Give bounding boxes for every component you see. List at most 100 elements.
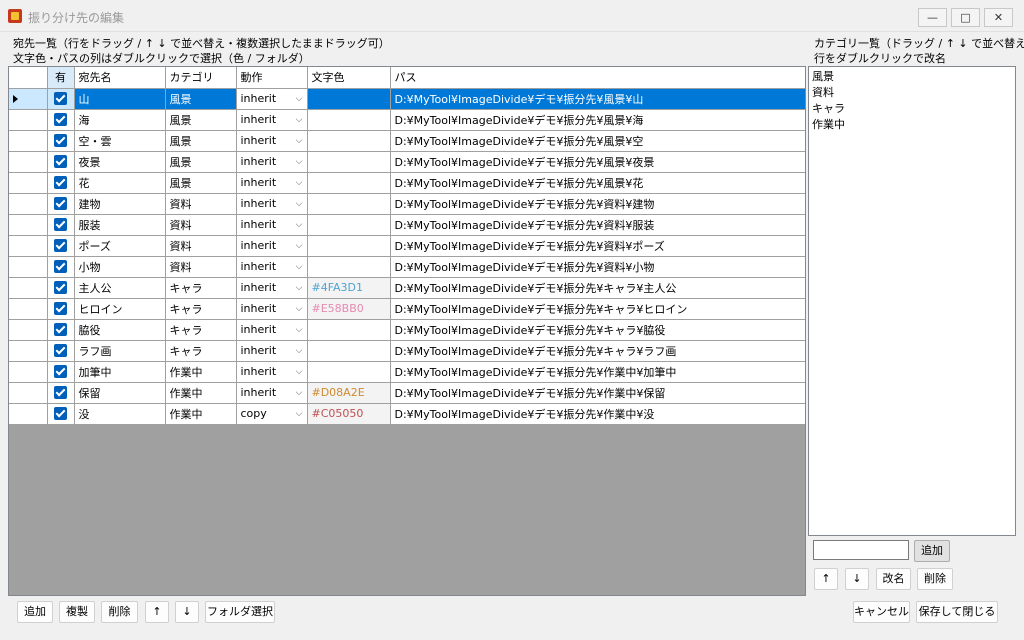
table-row[interactable]: 主人公 キャラ inherit ⌵ #4FA3D1 D:¥MyTool¥ImageDivi… xyxy=(9,277,805,299)
close-button[interactable]: ✕ xyxy=(984,8,1013,27)
table-row[interactable]: 山風景 inherit ⌵ D:¥MyTool¥ImageDivide¥デモ¥振分先¥… xyxy=(9,88,805,110)
chevron-down-icon[interactable]: ⌵ xyxy=(296,325,303,335)
category-cell[interactable]: 作業中 xyxy=(165,361,237,383)
column-header-action[interactable]: 動作 xyxy=(236,67,308,89)
row-header[interactable] xyxy=(9,214,48,236)
checkbox-checked-icon[interactable] xyxy=(54,344,67,358)
table-row[interactable]: 空・雲 風景 inherit ⌵ D:¥MyTool¥ImageDivide¥デモ¥振分… xyxy=(9,130,805,152)
chevron-down-icon[interactable]: ⌵ xyxy=(296,178,303,188)
table-row[interactable]: 加筆中 作業中 inherit ⌵ D:¥MyTool¥ImageDivide¥デモ¥振… xyxy=(9,361,805,383)
path-cell[interactable]: D:¥MyTool¥ImageDivide¥デモ¥振分先¥キャラ¥ヒロイン xyxy=(390,298,805,320)
text-color-cell[interactable] xyxy=(307,256,391,278)
path-cell[interactable]: D:¥MyTool¥ImageDivide¥デモ¥振分先¥キャラ¥脇役 xyxy=(390,319,805,341)
path-cell[interactable]: D:¥MyTool¥ImageDivide¥デモ¥振分先¥資料¥服装 xyxy=(390,214,805,236)
category-cell[interactable]: 資料 xyxy=(165,193,237,215)
action-combo-cell[interactable]: inherit ⌵ xyxy=(236,214,308,236)
action-combo-cell[interactable]: inherit ⌵ xyxy=(236,172,308,194)
text-color-cell[interactable]: #C05050 xyxy=(307,403,391,425)
text-color-cell[interactable]: #4FA3D1 xyxy=(307,277,391,299)
action-combo-cell[interactable]: inherit ⌵ xyxy=(236,361,308,383)
checkbox-checked-icon[interactable] xyxy=(54,260,67,274)
action-combo-cell[interactable]: inherit ⌵ xyxy=(236,151,308,173)
add-destination-button[interactable]: 追加 xyxy=(17,601,53,623)
text-color-cell[interactable] xyxy=(307,361,391,383)
category-cell[interactable]: 資料 xyxy=(165,214,237,236)
enabled-checkbox-cell[interactable] xyxy=(47,151,75,173)
column-header-path[interactable]: パス xyxy=(390,67,805,89)
chevron-down-icon[interactable]: ⌵ xyxy=(296,220,303,230)
row-header[interactable] xyxy=(9,319,48,341)
chevron-down-icon[interactable]: ⌵ xyxy=(296,388,303,398)
chevron-down-icon[interactable]: ⌵ xyxy=(296,199,303,209)
destination-name-cell[interactable]: 没 xyxy=(74,403,166,425)
row-header[interactable] xyxy=(9,277,48,299)
table-row[interactable]: 花風景 inherit ⌵ D:¥MyTool¥ImageDivide¥デモ¥振分先¥… xyxy=(9,172,805,194)
destination-name-cell[interactable]: ラフ画 xyxy=(74,340,166,362)
action-combo-cell[interactable]: inherit ⌵ xyxy=(236,298,308,320)
path-cell[interactable]: D:¥MyTool¥ImageDivide¥デモ¥振分先¥資料¥ポーズ xyxy=(390,235,805,257)
minimize-button[interactable]: — xyxy=(918,8,947,27)
text-color-cell[interactable] xyxy=(307,340,391,362)
text-color-cell[interactable] xyxy=(307,235,391,257)
row-header[interactable] xyxy=(9,361,48,383)
checkbox-checked-icon[interactable] xyxy=(54,386,67,400)
action-combo-cell[interactable]: inherit ⌵ xyxy=(236,319,308,341)
category-cell[interactable]: キャラ xyxy=(165,340,237,362)
enabled-checkbox-cell[interactable] xyxy=(47,235,75,257)
checkbox-checked-icon[interactable] xyxy=(54,134,67,148)
row-header[interactable] xyxy=(9,172,48,194)
table-row[interactable]: 服装 資料 inherit ⌵ D:¥MyTool¥ImageDivide¥デモ¥振分先… xyxy=(9,214,805,236)
column-header-name[interactable]: 宛先名 xyxy=(74,67,166,89)
category-cell[interactable]: 風景 xyxy=(165,172,237,194)
move-up-button[interactable]: ↑ xyxy=(145,601,169,623)
action-combo-cell[interactable]: inherit ⌵ xyxy=(236,256,308,278)
duplicate-button[interactable]: 複製 xyxy=(59,601,95,623)
folder-select-button[interactable]: フォルダ選択 xyxy=(205,601,275,623)
path-cell[interactable]: D:¥MyTool¥ImageDivide¥デモ¥振分先¥風景¥海 xyxy=(390,109,805,131)
destination-name-cell[interactable]: 小物 xyxy=(74,256,166,278)
enabled-checkbox-cell[interactable] xyxy=(47,382,75,404)
checkbox-checked-icon[interactable] xyxy=(54,176,67,190)
destination-name-cell[interactable]: 脇役 xyxy=(74,319,166,341)
table-row[interactable]: ヒロイン キャラ inherit ⌵ #E58BB0 D:¥MyTool¥ImageDiv… xyxy=(9,298,805,320)
category-list-item[interactable]: 風景 xyxy=(812,69,1012,85)
row-header[interactable] xyxy=(9,382,48,404)
destination-grid[interactable]: 有 宛先名 カテゴリ 動作 文字色 パス 山風景 inherit ⌵ D:¥MyToo… xyxy=(8,66,806,596)
path-cell[interactable]: D:¥MyTool¥ImageDivide¥デモ¥振分先¥作業中¥保留 xyxy=(390,382,805,404)
checkbox-checked-icon[interactable] xyxy=(54,239,67,253)
category-cell[interactable]: 風景 xyxy=(165,88,237,110)
enabled-checkbox-cell[interactable] xyxy=(47,88,75,110)
maximize-button[interactable]: □ xyxy=(951,8,980,27)
checkbox-checked-icon[interactable] xyxy=(54,281,67,295)
checkbox-checked-icon[interactable] xyxy=(54,302,67,316)
enabled-checkbox-cell[interactable] xyxy=(47,214,75,236)
destination-name-cell[interactable]: 空・雲 xyxy=(74,130,166,152)
category-name-input[interactable] xyxy=(813,540,909,560)
chevron-down-icon[interactable]: ⌵ xyxy=(296,136,303,146)
enabled-checkbox-cell[interactable] xyxy=(47,319,75,341)
action-combo-cell[interactable]: inherit ⌵ xyxy=(236,109,308,131)
text-color-cell[interactable] xyxy=(307,151,391,173)
table-row[interactable]: 小物 資料 inherit ⌵ D:¥MyTool¥ImageDivide¥デモ¥振分先… xyxy=(9,256,805,278)
move-down-button[interactable]: ↓ xyxy=(175,601,199,623)
chevron-down-icon[interactable]: ⌵ xyxy=(296,262,303,272)
destination-name-cell[interactable]: 服装 xyxy=(74,214,166,236)
category-cell[interactable]: 風景 xyxy=(165,130,237,152)
category-up-button[interactable]: ↑ xyxy=(814,568,838,590)
text-color-cell[interactable] xyxy=(307,193,391,215)
path-cell[interactable]: D:¥MyTool¥ImageDivide¥デモ¥振分先¥風景¥花 xyxy=(390,172,805,194)
action-combo-cell[interactable]: inherit ⌵ xyxy=(236,235,308,257)
text-color-cell[interactable] xyxy=(307,88,391,110)
enabled-checkbox-cell[interactable] xyxy=(47,193,75,215)
destination-name-cell[interactable]: 夜景 xyxy=(74,151,166,173)
table-row[interactable]: 建物 資料 inherit ⌵ D:¥MyTool¥ImageDivide¥デモ¥振分先… xyxy=(9,193,805,215)
path-cell[interactable]: D:¥MyTool¥ImageDivide¥デモ¥振分先¥風景¥空 xyxy=(390,130,805,152)
action-combo-cell[interactable]: inherit ⌵ xyxy=(236,340,308,362)
row-header[interactable] xyxy=(9,193,48,215)
path-cell[interactable]: D:¥MyTool¥ImageDivide¥デモ¥振分先¥キャラ¥ラフ画 xyxy=(390,340,805,362)
table-row[interactable]: 没作業中 copy ⌵ #C05050 D:¥MyTool¥ImageDivide¥デモ… xyxy=(9,403,805,425)
action-combo-cell[interactable]: inherit ⌵ xyxy=(236,88,308,110)
category-cell[interactable]: 風景 xyxy=(165,151,237,173)
category-cell[interactable]: 資料 xyxy=(165,235,237,257)
checkbox-checked-icon[interactable] xyxy=(54,218,67,232)
